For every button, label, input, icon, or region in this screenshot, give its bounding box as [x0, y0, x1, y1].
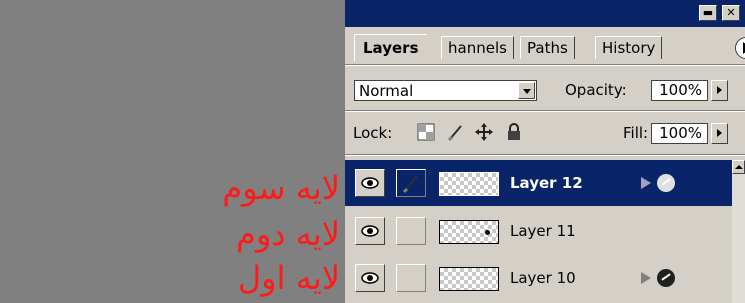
layer-thumbnail — [439, 172, 499, 196]
layer-name[interactable]: Layer 12 — [510, 171, 583, 195]
divider — [345, 111, 745, 112]
close-button[interactable]: ✕ — [722, 5, 740, 21]
layer-name[interactable]: Layer 11 — [510, 219, 576, 243]
layer-row[interactable]: Layer 10 — [345, 255, 738, 301]
opacity-field[interactable]: 100% — [651, 80, 708, 101]
link-toggle[interactable] — [396, 217, 426, 245]
layer-effects-icon[interactable] — [657, 174, 675, 192]
chevron-down-icon[interactable] — [518, 82, 535, 99]
layer-name[interactable]: Layer 10 — [510, 266, 576, 290]
visibility-toggle[interactable] — [355, 264, 385, 292]
palette-menu-button[interactable] — [735, 37, 745, 59]
tab-paths[interactable]: Paths — [520, 36, 575, 59]
annotation-first-layer: لایه اول — [237, 259, 340, 297]
divider — [345, 155, 745, 156]
blend-mode-value: Normal — [359, 82, 414, 100]
annotation-third-layer: لایه سوم — [222, 169, 340, 207]
brush-icon — [402, 175, 418, 194]
minimize-button[interactable]: ▬ — [699, 5, 717, 21]
annotation-second-layer: لایه دوم — [236, 215, 340, 253]
layer-effects-icon[interactable] — [657, 269, 675, 287]
layer-thumbnail — [439, 267, 499, 291]
expand-effects-icon[interactable] — [641, 177, 651, 189]
brush-link-toggle[interactable] — [396, 169, 426, 197]
eye-icon — [361, 225, 379, 237]
divider — [345, 65, 745, 66]
eye-icon — [361, 272, 379, 284]
visibility-toggle[interactable] — [355, 169, 385, 197]
tab-channels[interactable]: hannels — [441, 36, 514, 59]
layer-thumbnail — [439, 220, 499, 244]
scroll-up-button[interactable] — [732, 160, 745, 174]
palette-tabs: Layers hannels Paths History — [345, 27, 745, 64]
eye-icon — [361, 177, 379, 189]
lock-label: Lock: — [353, 124, 393, 142]
opacity-label: Opacity: — [565, 81, 627, 99]
opacity-slider-button[interactable] — [711, 80, 728, 101]
lock-transparent-icon[interactable] — [417, 123, 435, 141]
layer-row[interactable]: Layer 12 — [345, 160, 738, 206]
dot-mark — [485, 230, 490, 235]
layer-row[interactable]: Layer 11 — [345, 208, 738, 254]
lock-move-icon[interactable] — [475, 123, 493, 141]
layers-list: Layer 12 Layer 11 Layer 10 — [345, 160, 745, 303]
fill-slider-button[interactable] — [711, 123, 728, 144]
lock-all-icon[interactable] — [505, 123, 523, 141]
palette-title-bar[interactable]: ▬ ✕ — [345, 0, 745, 27]
fill-label: Fill: — [623, 124, 649, 142]
fill-field[interactable]: 100% — [651, 123, 708, 144]
blend-mode-select[interactable]: Normal — [354, 80, 537, 101]
expand-effects-icon[interactable] — [641, 272, 651, 284]
layers-scrollbar[interactable] — [732, 160, 745, 303]
tab-history[interactable]: History — [595, 36, 663, 59]
link-toggle[interactable] — [396, 264, 426, 292]
lock-paint-icon[interactable] — [447, 123, 465, 141]
visibility-toggle[interactable] — [355, 217, 385, 245]
tab-layers[interactable]: Layers — [354, 34, 427, 61]
